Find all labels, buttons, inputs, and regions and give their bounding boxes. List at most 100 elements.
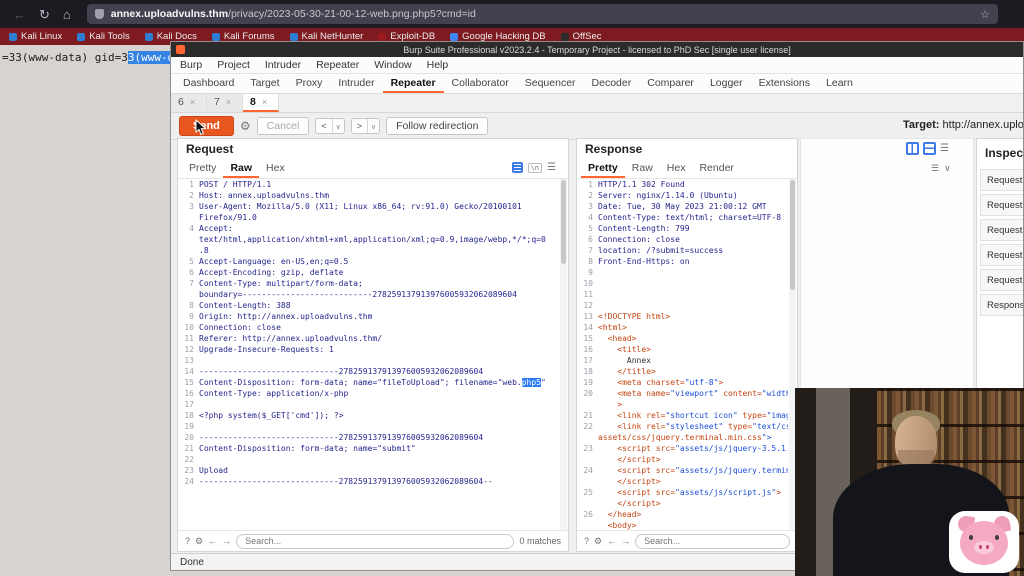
request-tab-pretty[interactable]: Pretty [182, 159, 223, 178]
menu-project[interactable]: Project [217, 59, 250, 71]
code-line: </script> [579, 498, 788, 509]
history-forward-button[interactable]: >∨ [351, 118, 380, 134]
search-settings-gear-icon[interactable]: ⚙ [594, 536, 602, 547]
line-number: 12 [180, 344, 199, 355]
shield-icon[interactable] [95, 9, 104, 19]
line-text: Host: annex.uploadvulns.thm [199, 190, 329, 201]
window-titlebar: Burp Suite Professional v2023.2.4 - Temp… [171, 42, 1023, 57]
line-text: Referer: http://annex.uploadvulns.thm/ [199, 333, 382, 344]
follow-redirection-button[interactable]: Follow redirection [386, 117, 488, 135]
response-tab-raw[interactable]: Raw [625, 159, 660, 178]
line-number: 19 [180, 421, 199, 432]
line-number: 17 [180, 399, 199, 410]
inspector-item-request-attributes[interactable]: Request attributes [980, 169, 1024, 191]
line-number: 23 [579, 443, 598, 454]
tab-proxy[interactable]: Proxy [288, 74, 331, 93]
newline-toggle-icon[interactable]: \n [528, 163, 542, 173]
tab-learn[interactable]: Learn [818, 74, 861, 93]
code-line: 22 [180, 454, 559, 465]
request-search-input[interactable] [236, 534, 514, 549]
search-settings-gear-icon[interactable]: ⚙ [195, 536, 203, 547]
layout-menu-icon[interactable]: ☰ [940, 143, 949, 154]
tab-extensions[interactable]: Extensions [751, 74, 818, 93]
home-icon[interactable]: ⌂ [63, 8, 71, 21]
scrollbar-thumb[interactable] [790, 180, 795, 290]
menu-burp[interactable]: Burp [180, 59, 202, 71]
response-tab-render[interactable]: Render [692, 159, 740, 178]
line-number: 11 [180, 333, 199, 344]
code-line: 17 Annex [579, 355, 788, 366]
line-number: 14 [579, 322, 598, 333]
line-number: 8 [579, 256, 598, 267]
line-text: <script src="assets/js/jquery-3.5.1. [598, 443, 788, 454]
back-icon[interactable]: ← [13, 8, 26, 21]
code-line: 7location: /?submit=success [579, 245, 788, 256]
request-tab-hex[interactable]: Hex [259, 159, 292, 178]
terminal-output: =33(www-data) gid=33(www-d [2, 51, 174, 64]
line-text: Front-End-Https: on [598, 256, 690, 267]
tab-collaborator[interactable]: Collaborator [444, 74, 517, 93]
code-line: assets/css/jquery.terminal.min.css"> [579, 432, 788, 443]
inspector-item-response-headers[interactable]: Response headers [980, 294, 1024, 316]
close-icon[interactable]: × [262, 97, 267, 107]
inspector-item-request-cookies[interactable]: Request cookies [980, 244, 1024, 266]
line-number: 16 [579, 344, 598, 355]
tab-comparer[interactable]: Comparer [639, 74, 702, 93]
code-line: 11Referer: http://annex.uploadvulns.thm/ [180, 333, 559, 344]
request-editor[interactable]: 1POST / HTTP/1.12Host: annex.uploadvulns… [180, 179, 559, 530]
bookmark-kali-tools[interactable]: Kali Tools [77, 31, 130, 42]
close-icon[interactable]: × [190, 97, 195, 107]
menu-repeater[interactable]: Repeater [316, 59, 359, 71]
repeater-tab-6[interactable]: 6× [171, 94, 207, 112]
tab-logger[interactable]: Logger [702, 74, 751, 93]
bookmark-star-icon[interactable]: ☆ [980, 8, 990, 21]
tab-intruder[interactable]: Intruder [330, 74, 382, 93]
scrollbar-thumb[interactable] [561, 180, 566, 264]
inspector-item-request-body-parameters[interactable]: Request body parameters [980, 219, 1024, 241]
tab-target[interactable]: Target [242, 74, 287, 93]
columns-layout-icon[interactable] [906, 142, 919, 155]
next-match-icon[interactable]: → [222, 536, 231, 546]
request-tab-raw[interactable]: Raw [223, 159, 259, 178]
menu-window[interactable]: Window [374, 59, 411, 71]
editor-menu-icon[interactable]: ☰ [547, 162, 556, 173]
response-search-input[interactable] [635, 534, 790, 549]
chevron-down-icon[interactable]: ∨ [944, 163, 951, 174]
next-match-icon[interactable]: → [621, 536, 630, 546]
rows-layout-icon[interactable] [923, 142, 936, 155]
response-editor[interactable]: 1HTTP/1.1 302 Found2Server: nginx/1.14.0… [579, 179, 788, 530]
repeater-tab-7[interactable]: 7× [207, 94, 243, 112]
prev-match-icon[interactable]: ← [607, 536, 616, 546]
line-number: 7 [579, 245, 598, 256]
history-back-button[interactable]: <∨ [315, 118, 344, 134]
menu-bar: Burp Project Intruder Repeater Window Help [171, 57, 1023, 74]
bookmark-kali-linux[interactable]: Kali Linux [9, 31, 62, 42]
close-icon[interactable]: × [226, 97, 231, 107]
inspector-item-request-query-parameters[interactable]: Request query parameters [980, 194, 1024, 216]
request-scrollbar[interactable] [560, 179, 567, 530]
line-number [180, 245, 199, 256]
terminal-selection: 3(www-d [128, 51, 174, 64]
send-settings-gear-icon[interactable]: ⚙ [240, 119, 251, 133]
tab-sequencer[interactable]: Sequencer [517, 74, 584, 93]
tab-decoder[interactable]: Decoder [584, 74, 640, 93]
request-panel: Request PrettyRawHex \n ☰ 1POST / HTTP/1… [177, 138, 569, 552]
status-text: Done [180, 557, 204, 568]
repeater-tab-8[interactable]: 8× [243, 94, 279, 112]
refresh-icon[interactable]: ↻ [39, 8, 50, 21]
editor-menu-icon[interactable]: ☰ [931, 163, 939, 174]
menu-intruder[interactable]: Intruder [265, 59, 301, 71]
response-tab-hex[interactable]: Hex [660, 159, 693, 178]
help-icon[interactable]: ? [185, 536, 190, 546]
inspector-item-request-headers[interactable]: Request headers [980, 269, 1024, 291]
prev-match-icon[interactable]: ← [208, 536, 217, 546]
help-icon[interactable]: ? [584, 536, 589, 546]
code-line: 26 </head> [579, 509, 788, 520]
tab-dashboard[interactable]: Dashboard [175, 74, 242, 93]
selection-icon[interactable] [512, 162, 523, 173]
menu-help[interactable]: Help [427, 59, 449, 71]
response-tab-pretty[interactable]: Pretty [581, 159, 625, 178]
tab-repeater[interactable]: Repeater [383, 74, 444, 93]
url-bar[interactable]: annex.uploadvulns.thm/privacy/2023-05-30… [87, 4, 998, 24]
cancel-button[interactable]: Cancel [257, 117, 310, 135]
